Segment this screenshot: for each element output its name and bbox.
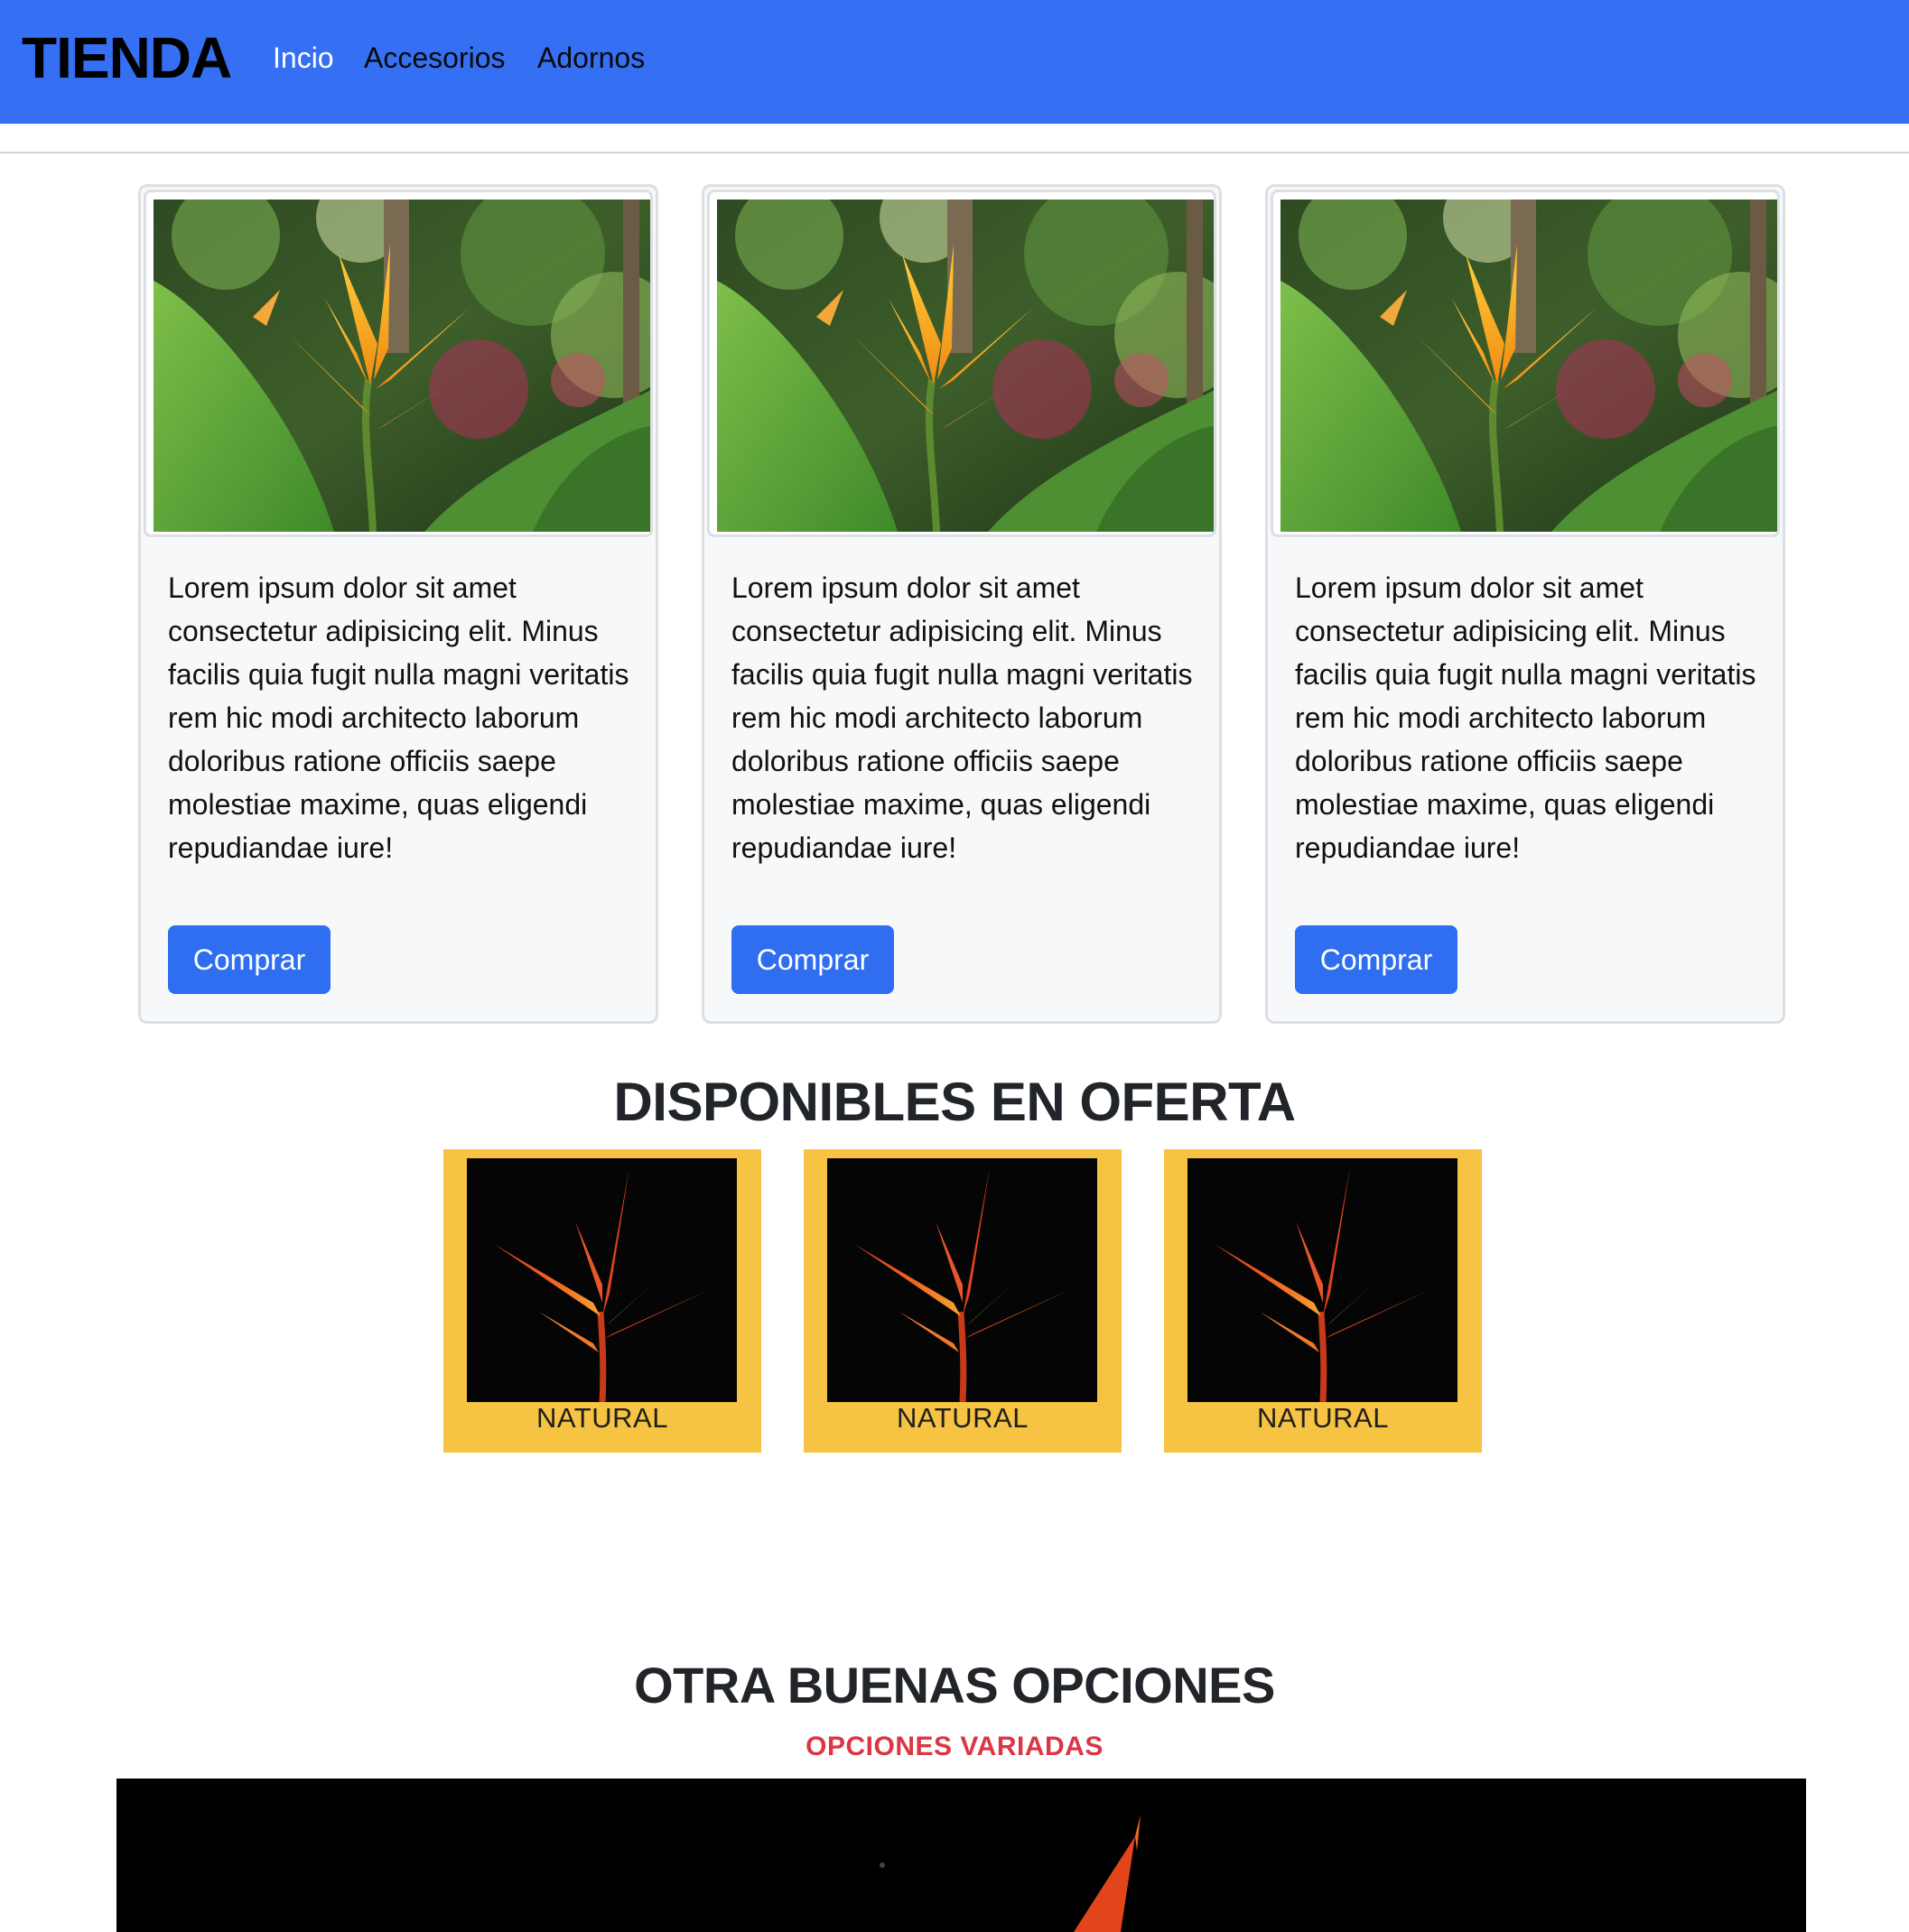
header-divider	[0, 152, 1909, 153]
offer-label: NATURAL	[536, 1402, 668, 1434]
product-image-frame	[144, 190, 653, 537]
offers-title: DISPONIBLES EN OFERTA	[613, 1072, 1296, 1132]
brand-logo[interactable]: TIENDA	[22, 25, 232, 90]
offer-item[interactable]: NATURAL	[443, 1149, 761, 1453]
nav-link-incio[interactable]: Incio	[273, 40, 334, 76]
buy-button[interactable]: Comprar	[731, 925, 894, 994]
buy-button[interactable]: Comprar	[1295, 925, 1457, 994]
product-card: Lorem ipsum dolor sit amet consectetur a…	[702, 184, 1222, 1024]
product-card: Lorem ipsum dolor sit amet consectetur a…	[138, 184, 658, 1024]
offer-label: NATURAL	[897, 1402, 1029, 1434]
product-image-frame	[707, 190, 1216, 537]
product-description: Lorem ipsum dolor sit amet consectetur a…	[731, 571, 1193, 864]
product-card: Lorem ipsum dolor sit amet consectetur a…	[1265, 184, 1785, 1024]
carousel-banner[interactable]	[116, 1779, 1806, 1932]
other-options-subtitle: OPCIONES VARIADAS	[806, 1732, 1103, 1761]
buy-button[interactable]: Comprar	[168, 925, 331, 994]
nav-link-accesorios[interactable]: Accesorios	[364, 40, 506, 76]
offer-item[interactable]: NATURAL	[1164, 1149, 1482, 1453]
product-image	[154, 200, 653, 532]
navbar: TIENDA Incio Accesorios Adornos	[0, 0, 1909, 124]
offer-image	[827, 1158, 1097, 1402]
offer-image	[1187, 1158, 1457, 1402]
other-options-title: OTRA BUENAS OPCIONES	[634, 1657, 1275, 1714]
product-description: Lorem ipsum dolor sit amet consectetur a…	[168, 571, 629, 864]
product-image	[717, 200, 1216, 532]
offer-item[interactable]: NATURAL	[804, 1149, 1122, 1453]
banner-image	[880, 1815, 1141, 1932]
product-description: Lorem ipsum dolor sit amet consectetur a…	[1295, 571, 1756, 864]
offer-label: NATURAL	[1257, 1402, 1389, 1434]
product-image	[1280, 200, 1780, 532]
offer-image	[467, 1158, 737, 1402]
product-image-frame	[1271, 190, 1780, 537]
nav-link-adornos[interactable]: Adornos	[537, 40, 645, 76]
